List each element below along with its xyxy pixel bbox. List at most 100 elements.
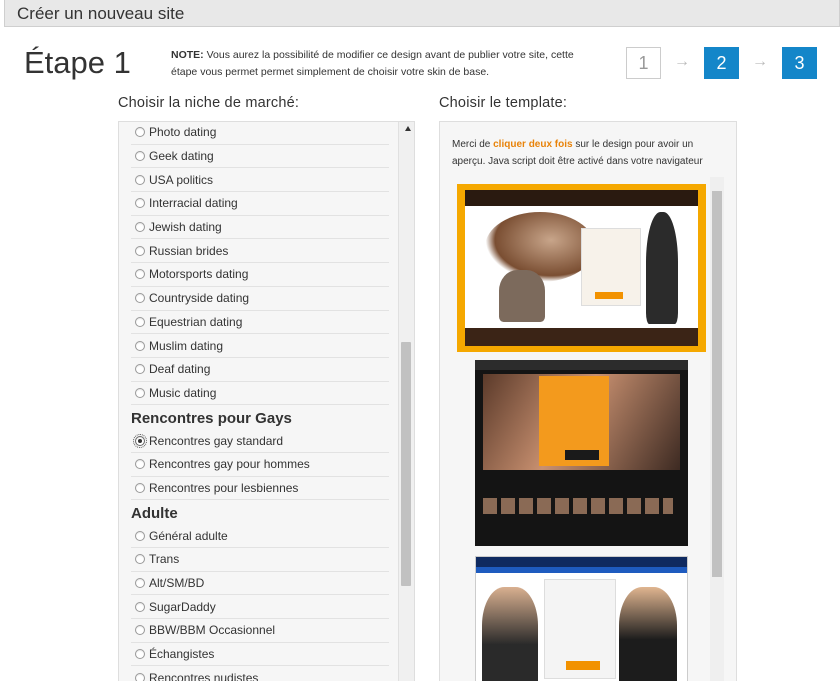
niche-option[interactable]: Rencontres nudistes	[131, 666, 389, 681]
radio-button[interactable]	[135, 601, 145, 612]
radio-button[interactable]	[135, 127, 145, 138]
radio-button[interactable]	[135, 459, 145, 470]
niche-option[interactable]: Russian brides	[131, 239, 389, 264]
template-1-photo-2	[646, 212, 678, 324]
niche-group-heading: Rencontres pour Gays	[131, 410, 292, 428]
template-1-swirl	[485, 212, 595, 282]
radio-button[interactable]	[135, 222, 145, 233]
template-1-topbar	[465, 190, 698, 206]
niche-option[interactable]: Rencontres gay standard	[131, 429, 389, 453]
template-3-subnav	[476, 567, 687, 573]
radio-button[interactable]	[135, 482, 145, 493]
note-text: Vous aurez la possibilité de modifier ce…	[171, 49, 574, 78]
niche-option-label: Photo dating	[149, 125, 217, 140]
template-1-preview	[465, 190, 698, 346]
niche-option[interactable]: Interracial dating	[131, 192, 389, 216]
radio-button[interactable]	[135, 625, 145, 636]
niche-option-label: Trans	[149, 552, 180, 567]
radio-button[interactable]	[135, 387, 145, 398]
niche-option-label: Général adulte	[149, 528, 228, 543]
template-3-photo-1	[482, 587, 538, 681]
niche-option-label: Alt/SM/BD	[149, 576, 205, 591]
arrow-right-icon: →	[674, 53, 690, 70]
niche-option-label: Jewish dating	[149, 220, 222, 235]
niche-option[interactable]: Muslim dating	[131, 334, 389, 358]
niche-option-label: Deaf dating	[149, 362, 211, 377]
template-2-members-strip	[483, 498, 673, 514]
niche-heading: Choisir la niche de marché:	[118, 95, 300, 111]
niche-option-label: Russian brides	[149, 243, 229, 258]
template-3-button	[566, 661, 600, 670]
intro-before: Merci de	[452, 139, 494, 150]
template-scroll-thumb[interactable]	[712, 191, 722, 577]
niche-option-label: Rencontres gay pour hommes	[149, 457, 310, 472]
niche-option[interactable]: USA politics	[131, 168, 389, 193]
niche-option[interactable]: Échangistes	[131, 643, 389, 667]
niche-option[interactable]: BBW/BBM Occasionnel	[131, 619, 389, 643]
niche-option[interactable]: Jewish dating	[131, 216, 389, 240]
template-instructions: Merci de cliquer deux fois sur le design…	[452, 136, 722, 170]
template-2-nav	[475, 360, 688, 370]
niche-option[interactable]: Deaf dating	[131, 358, 389, 382]
niche-option-label: Geek dating	[149, 149, 214, 164]
scroll-up-icon[interactable]	[405, 126, 411, 131]
template-2-button	[565, 450, 599, 460]
radio-button[interactable]	[135, 530, 145, 541]
template-3-nav	[476, 557, 687, 567]
step-indicator-2[interactable]: 2	[704, 47, 739, 79]
niche-option-label: Countryside dating	[149, 291, 250, 306]
niche-option[interactable]: Music dating	[131, 382, 389, 406]
note-label: NOTE:	[171, 49, 204, 61]
page-title: Créer un nouveau site	[17, 4, 185, 23]
niche-scroll-thumb[interactable]	[401, 342, 411, 586]
niche-option[interactable]: Rencontres gay pour hommes	[131, 453, 389, 477]
radio-button[interactable]	[135, 174, 145, 185]
niche-option-label: Muslim dating	[149, 338, 224, 353]
niche-option-label: USA politics	[149, 172, 214, 187]
radio-button[interactable]	[135, 293, 145, 304]
radio-button[interactable]	[135, 316, 145, 327]
niche-option[interactable]: Geek dating	[131, 145, 389, 169]
niche-option-label: Rencontres gay standard	[149, 433, 284, 448]
radio-button[interactable]	[135, 364, 145, 375]
radio-button[interactable]	[135, 672, 145, 681]
niche-option[interactable]: Trans	[131, 548, 389, 572]
radio-button[interactable]	[135, 245, 145, 256]
niche-scrollbar[interactable]	[398, 122, 414, 681]
radio-button[interactable]	[135, 269, 145, 280]
niche-option[interactable]: SugarDaddy	[131, 595, 389, 620]
niche-option[interactable]: Photo dating	[131, 122, 389, 145]
template-scrollbar[interactable]	[710, 177, 724, 681]
template-thumbnail-2[interactable]	[475, 360, 688, 546]
radio-button[interactable]	[135, 649, 145, 660]
template-1-button	[595, 292, 623, 299]
template-thumbnail-1[interactable]	[457, 184, 706, 352]
niche-list-panel: Photo dating Geek dating USA politics Inter…	[118, 121, 415, 681]
step-indicator-1: 1	[626, 47, 661, 79]
niche-option[interactable]: Motorsports dating	[131, 263, 389, 287]
niche-option[interactable]: Général adulte	[131, 524, 389, 548]
niche-option-label: Rencontres nudistes	[149, 670, 259, 681]
radio-button[interactable]	[133, 433, 147, 448]
template-1-photo	[499, 270, 545, 322]
template-1-footer	[465, 328, 698, 346]
step-title: Étape 1	[24, 45, 131, 80]
niche-option-label: Rencontres pour lesbiennes	[149, 480, 299, 495]
template-thumbnail-3[interactable]	[475, 556, 688, 681]
niche-option[interactable]: Alt/SM/BD	[131, 572, 389, 596]
radio-button[interactable]	[135, 340, 145, 351]
radio-button[interactable]	[135, 198, 145, 209]
radio-button[interactable]	[135, 151, 145, 162]
niche-option-label: Échangistes	[149, 647, 215, 662]
radio-button[interactable]	[135, 578, 145, 589]
niche-list: Photo dating Geek dating USA politics Inter…	[131, 122, 389, 681]
step-note: NOTE: Vous aurez la possibilité de modif…	[171, 47, 591, 81]
niche-option[interactable]: Equestrian dating	[131, 311, 389, 335]
niche-option[interactable]: Countryside dating	[131, 287, 389, 311]
niche-option-label: BBW/BBM Occasionnel	[149, 623, 276, 638]
intro-highlight: cliquer deux fois	[493, 139, 573, 150]
niche-option-label: Music dating	[149, 385, 217, 400]
niche-option[interactable]: Rencontres pour lesbiennes	[131, 477, 389, 501]
radio-button[interactable]	[135, 554, 145, 565]
step-indicator-3[interactable]: 3	[782, 47, 817, 79]
